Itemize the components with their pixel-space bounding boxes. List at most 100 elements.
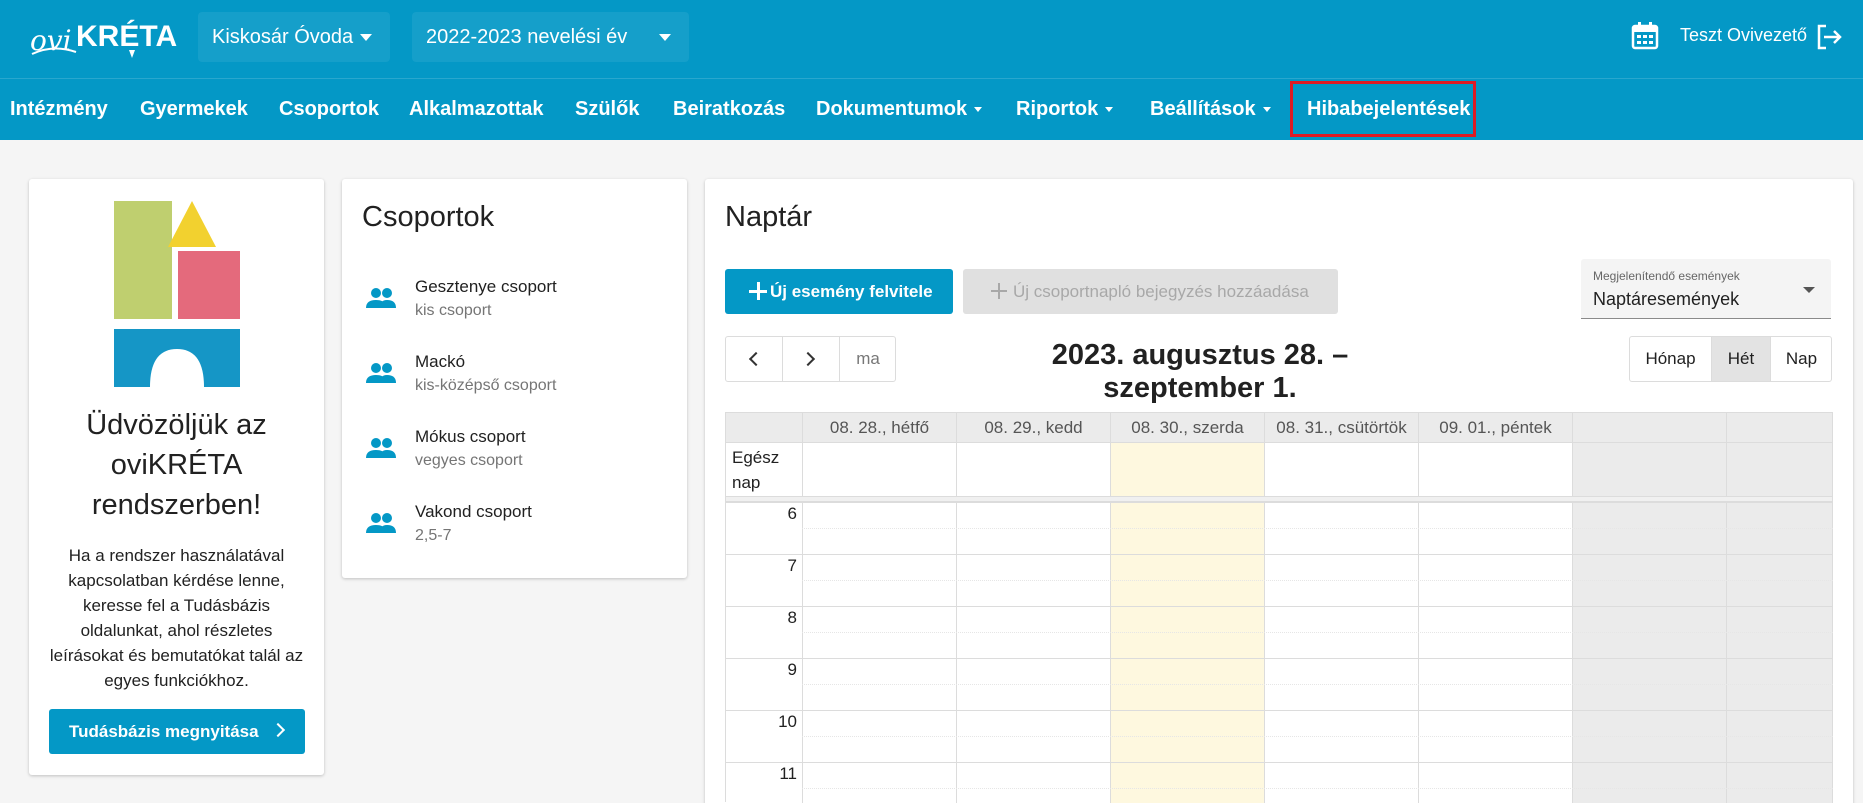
hour-label: 10 [778,712,797,731]
chevron-left-icon [748,351,764,367]
caret-down-icon [1262,107,1271,113]
nav-label: Beiratkozás [673,98,786,120]
logo-mark: ovi KRÉTA [30,19,177,58]
group-type: vegyes csoport [415,452,523,469]
displayed-events-value: Naptáresemények [1593,289,1740,309]
kb-button-label: Tudásbázis megnyitása [69,722,259,741]
group-item[interactable]: Mókus csoport vegyes csoport [342,422,687,482]
all-day-label: Egész nap [732,448,780,492]
nav-label: Dokumentumok [816,98,968,120]
half-hour-line [802,528,1833,529]
day-header[interactable]: 08. 31., csütörtök [1264,413,1418,443]
plus-icon [749,282,767,300]
group-name: Gesztenye csoport [415,277,557,296]
plus-icon [991,283,1007,299]
day-header[interactable] [1726,413,1833,443]
half-hour-line [802,788,1833,789]
logout-icon[interactable] [1814,22,1844,52]
chevron-right-icon [800,351,816,367]
caret-down-icon [974,107,983,113]
prev-week-button[interactable] [726,337,783,381]
view-day-button[interactable]: Nap [1771,337,1831,381]
displayed-events-select[interactable]: Megjelenítendő események Naptáresemények [1581,259,1831,319]
new-event-label: Új esemény felvitele [770,282,933,301]
half-hour-line [802,580,1833,581]
open-knowledge-base-button[interactable]: Tudásbázis megnyitása [49,709,305,754]
new-log-label: Új csoportnapló bejegyzés hozzáadása [1013,282,1309,301]
nav-gyermekek[interactable]: Gyermekek [140,79,248,141]
top-bar: ovi KRÉTA Kiskosár Óvoda 2022-2023 nevel… [0,0,1863,78]
hour-line [725,554,1833,555]
people-icon [366,288,396,308]
nav-label: Szülők [575,98,640,120]
displayed-events-label: Megjelenítendő események [1593,269,1740,283]
institution-select[interactable]: Kiskosár Óvoda [198,12,390,62]
hour-label: 8 [787,608,797,627]
ovikreta-logo[interactable]: ovi KRÉTA [28,14,183,62]
nav-csoportok[interactable]: Csoportok [279,79,379,141]
welcome-card: Üdvözöljük az oviKRÉTA rendszerben! Ha a… [29,179,324,775]
group-item[interactable]: Gesztenye csoport kis csoport [342,272,687,332]
main-nav: Intézmény Gyermekek Csoportok Alkalmazot… [0,78,1863,140]
calendar-card: Naptár Új esemény felvitele Új csoportna… [705,179,1853,803]
day-header[interactable]: 08. 30., szerda [1110,413,1264,443]
people-icon [366,438,396,458]
calendar-nav-group: ma [725,336,896,382]
group-type: kis-középső csoport [415,377,557,394]
day-header[interactable]: 08. 29., kedd [956,413,1110,443]
hour-line [725,502,1833,503]
chevron-down-icon [360,34,372,41]
half-hour-line [802,736,1833,737]
school-year-select[interactable]: 2022-2023 nevelési év [412,12,689,62]
day-header[interactable]: 09. 01., péntek [1418,413,1572,443]
half-hour-line [802,632,1833,633]
view-month-button[interactable]: Hónap [1630,337,1712,381]
people-icon [366,363,396,383]
nav-riportok[interactable]: Riportok [1016,79,1114,141]
time-gutter-border [725,502,726,802]
new-event-button[interactable]: Új esemény felvitele [725,269,953,314]
day-header[interactable]: 08. 28., hétfő [802,413,956,443]
nav-beiratkozas[interactable]: Beiratkozás [673,79,785,141]
today-button[interactable]: ma [840,337,896,381]
nav-alkalmazottak[interactable]: Alkalmazottak [409,79,544,141]
nav-label: Intézmény [10,98,108,120]
day-header-row: 08. 28., hétfő 08. 29., kedd 08. 30., sz… [725,412,1833,443]
new-group-log-button[interactable]: Új csoportnapló bejegyzés hozzáadása [963,269,1338,314]
view-week-button[interactable]: Hét [1712,337,1771,381]
chevron-right-icon [270,722,286,738]
nav-dokumentumok[interactable]: Dokumentumok [816,79,983,141]
welcome-title: Üdvözöljük az oviKRÉTA rendszerben! [86,409,267,521]
nav-szulok[interactable]: Szülők [575,79,639,141]
half-hour-line [802,684,1833,685]
nav-highlight-box [1290,81,1476,137]
hour-label: 11 [779,764,797,783]
all-day-row: Egész nap [725,443,1833,497]
nav-label: Alkalmazottak [409,98,544,120]
building-blocks-illustration [114,201,240,387]
caret-down-icon [1105,107,1114,113]
user-name[interactable]: Teszt Ovivezető [1680,25,1807,46]
nav-label: Csoportok [279,98,379,120]
next-week-button[interactable] [783,337,840,381]
group-item[interactable]: Mackó kis-középső csoport [342,347,687,407]
view-switcher: Hónap Hét Nap [1629,336,1832,382]
nav-intezmeny[interactable]: Intézmény [10,79,108,141]
calendar-icon[interactable] [1630,21,1660,51]
group-item[interactable]: Vakond csoport 2,5-7 [342,497,687,557]
hour-line [725,658,1833,659]
group-type: kis csoport [415,302,492,319]
nav-label: Beállítások [1150,98,1256,120]
groups-title: Csoportok [362,201,495,233]
logo-kreta: KRÉTA [76,19,177,53]
hour-line [725,762,1833,763]
day-header[interactable] [1572,413,1726,443]
group-name: Mókus csoport [415,427,526,446]
groups-card: Csoportok Gesztenye csoport kis csoport … [342,179,687,578]
nav-beallitasok[interactable]: Beállítások [1150,79,1271,141]
people-icon [366,513,396,533]
group-name: Mackó [415,352,466,371]
chevron-down-icon [659,34,671,41]
nav-label: Riportok [1016,98,1099,120]
group-type: 2,5-7 [415,527,452,544]
